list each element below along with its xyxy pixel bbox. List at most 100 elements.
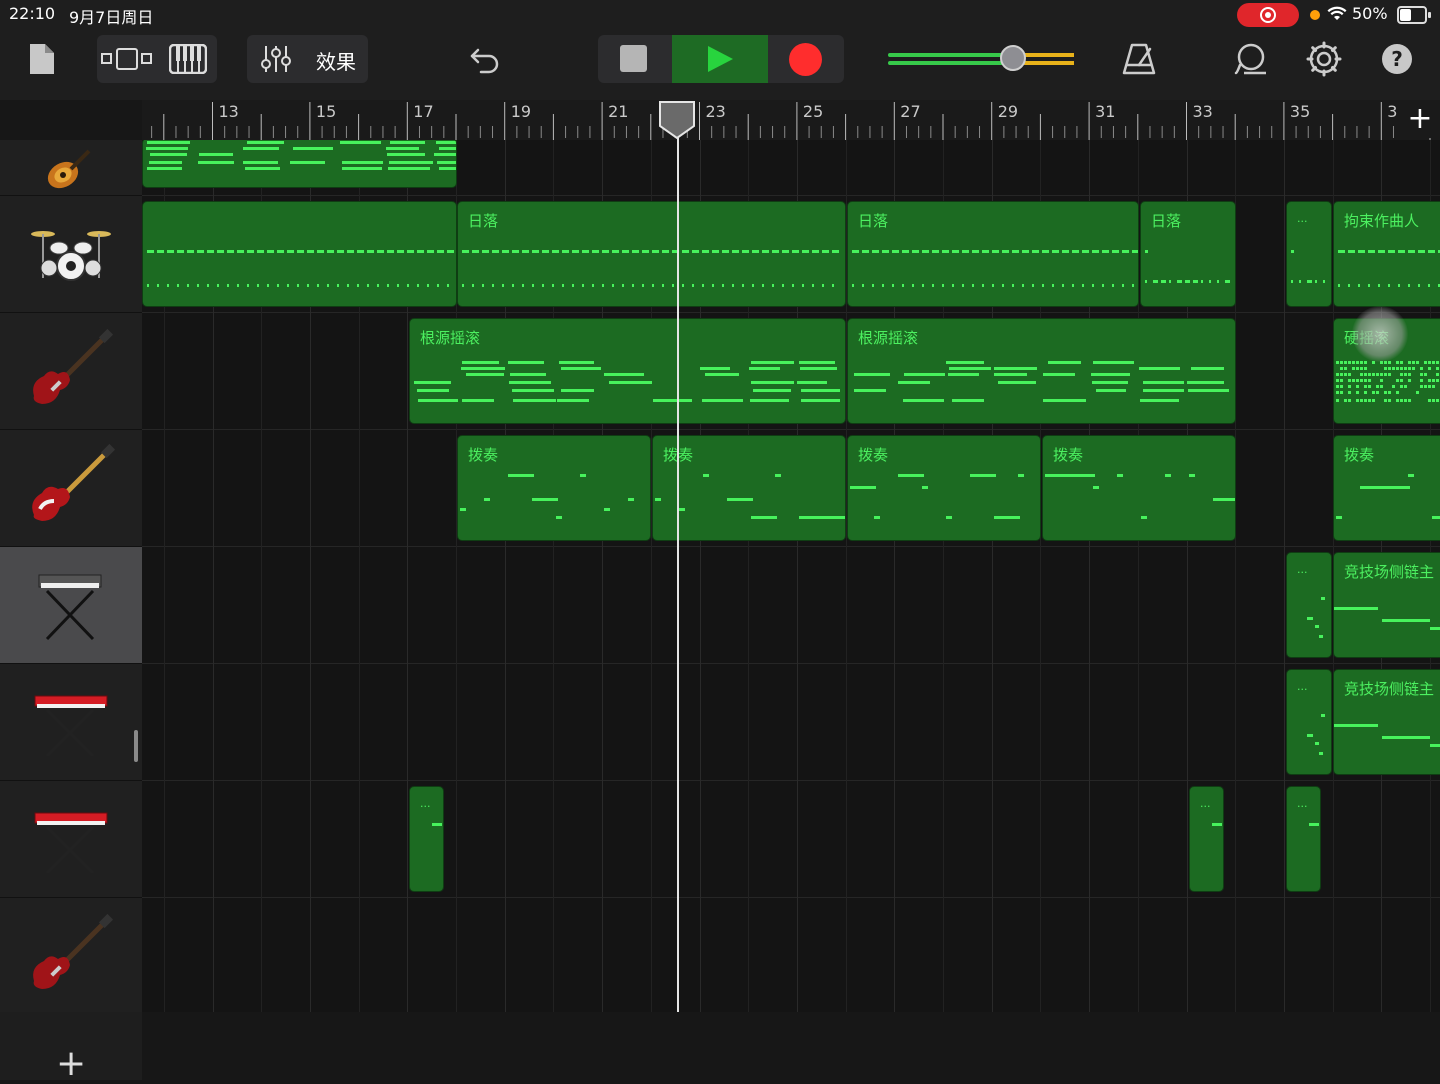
midi-note — [751, 361, 794, 364]
track-header-red-synth[interactable] — [0, 664, 142, 781]
midi-note — [357, 284, 359, 287]
region[interactable]: ... — [409, 786, 444, 892]
midi-note — [572, 250, 579, 253]
region-label: 拨奏 — [468, 446, 499, 464]
region[interactable]: 竞技场侧链主 — [1333, 669, 1440, 775]
region[interactable]: ... — [1286, 552, 1332, 658]
midi-note — [1348, 361, 1351, 364]
record-indicator-icon — [1260, 7, 1276, 23]
midi-note — [207, 284, 209, 287]
master-volume-slider[interactable] — [888, 45, 1074, 71]
document-icon[interactable] — [28, 42, 56, 76]
play-button[interactable] — [672, 35, 768, 83]
midi-note — [542, 284, 544, 287]
region[interactable] — [142, 201, 457, 307]
midi-note — [801, 399, 840, 402]
add-track-button[interactable]: + — [0, 1012, 142, 1082]
midi-note — [377, 284, 379, 287]
region[interactable]: 拨奏 — [652, 435, 846, 541]
region[interactable]: 日落 — [1140, 201, 1236, 307]
loop-icon[interactable] — [1234, 43, 1268, 75]
region[interactable]: 竞技场侧链主 — [1333, 552, 1440, 658]
region[interactable]: 日落 — [847, 201, 1139, 307]
region[interactable]: 根源摇滚 — [847, 318, 1236, 424]
midi-note — [1348, 391, 1351, 394]
keyboard-icon[interactable] — [169, 44, 207, 74]
midi-note — [1153, 280, 1158, 283]
track-header-electric-guitar-2[interactable] — [0, 898, 142, 1015]
region[interactable] — [142, 140, 457, 188]
volume-knob[interactable] — [1000, 45, 1026, 71]
midi-note — [1336, 361, 1339, 364]
region-label: 拨奏 — [1053, 446, 1084, 464]
region[interactable]: 拨奏 — [1042, 435, 1236, 541]
region[interactable]: ... — [1286, 201, 1332, 307]
timeline-ruler[interactable]: 13 15 17 19 21 23 25 27 29 31 33 35 3 — [142, 100, 1440, 141]
midi-note — [147, 250, 154, 253]
lane-keyboard[interactable] — [142, 547, 1440, 664]
region[interactable]: ... — [1189, 786, 1224, 892]
midi-note — [1398, 284, 1400, 287]
screen-recording-indicator[interactable] — [1237, 3, 1299, 27]
header-resize-handle[interactable] — [134, 730, 138, 762]
playhead-handle[interactable] — [659, 101, 695, 139]
midi-note — [1436, 373, 1439, 376]
midi-note — [982, 250, 989, 253]
midi-note — [1188, 389, 1229, 392]
lane-red-synth-2[interactable] — [142, 781, 1440, 898]
midi-note — [417, 399, 458, 402]
region[interactable]: 拨奏 — [1333, 435, 1440, 541]
region[interactable]: 日落 — [457, 201, 846, 307]
stop-button[interactable] — [598, 35, 670, 83]
region[interactable]: 根源摇滚 — [409, 318, 846, 424]
midi-note — [700, 367, 731, 370]
metronome-icon[interactable] — [1122, 43, 1156, 75]
track-header-keyboard[interactable] — [0, 547, 142, 664]
midi-note — [1165, 474, 1171, 477]
track-header-acoustic-guitar[interactable] — [0, 140, 142, 196]
tracks-area[interactable]: 日落日落日落...拘束作曲人根源摇滚根源摇滚硬摇滚拨奏拨奏拨奏拨奏拨奏...竞技… — [142, 140, 1440, 1012]
midi-note — [556, 516, 562, 519]
ruler-ticks — [151, 102, 1431, 140]
track-header-red-synth-2[interactable] — [0, 781, 142, 898]
track-header-drums[interactable] — [0, 196, 142, 313]
region[interactable]: ... — [1286, 786, 1321, 892]
track-header-electric-guitar[interactable] — [0, 313, 142, 430]
midi-note — [752, 250, 759, 253]
effects-button[interactable]: 效果 — [316, 46, 356, 75]
midi-note — [1418, 284, 1420, 287]
midi-note — [762, 250, 769, 253]
midi-note — [1388, 284, 1390, 287]
mixer-icon[interactable] — [260, 44, 292, 74]
add-section-button[interactable]: + — [1400, 100, 1440, 138]
midi-note — [1368, 379, 1371, 382]
midi-note — [642, 250, 649, 253]
midi-note — [1432, 379, 1435, 382]
midi-note — [903, 373, 946, 376]
midi-note — [580, 474, 586, 477]
region[interactable]: ... — [1286, 669, 1332, 775]
midi-note — [1428, 361, 1431, 364]
settings-icon[interactable] — [1306, 41, 1342, 77]
help-icon[interactable]: ? — [1381, 43, 1413, 75]
midi-note — [800, 389, 841, 392]
record-button[interactable] — [770, 35, 844, 83]
undo-icon[interactable] — [469, 44, 501, 74]
ruler-bar-number: 25 — [802, 102, 824, 121]
region-label: 日落 — [1151, 212, 1182, 230]
region[interactable]: 拨奏 — [847, 435, 1041, 541]
region-label: ... — [1297, 797, 1308, 810]
region[interactable]: 拨奏 — [457, 435, 651, 541]
play-icon — [708, 46, 733, 72]
midi-note — [562, 250, 569, 253]
midi-note — [1336, 373, 1339, 376]
region-label: ... — [1297, 680, 1308, 693]
midi-note — [1042, 399, 1086, 402]
status-bar: 22:10 9月7日周日 50% — [0, 0, 1440, 30]
midi-note — [1424, 373, 1427, 376]
track-header-bass[interactable] — [0, 430, 142, 547]
lane-red-synth[interactable] — [142, 664, 1440, 781]
tracks-view-icon[interactable] — [101, 47, 153, 71]
lane-electric-guitar-2[interactable] — [142, 898, 1440, 1012]
region[interactable]: 拘束作曲人 — [1333, 201, 1440, 307]
